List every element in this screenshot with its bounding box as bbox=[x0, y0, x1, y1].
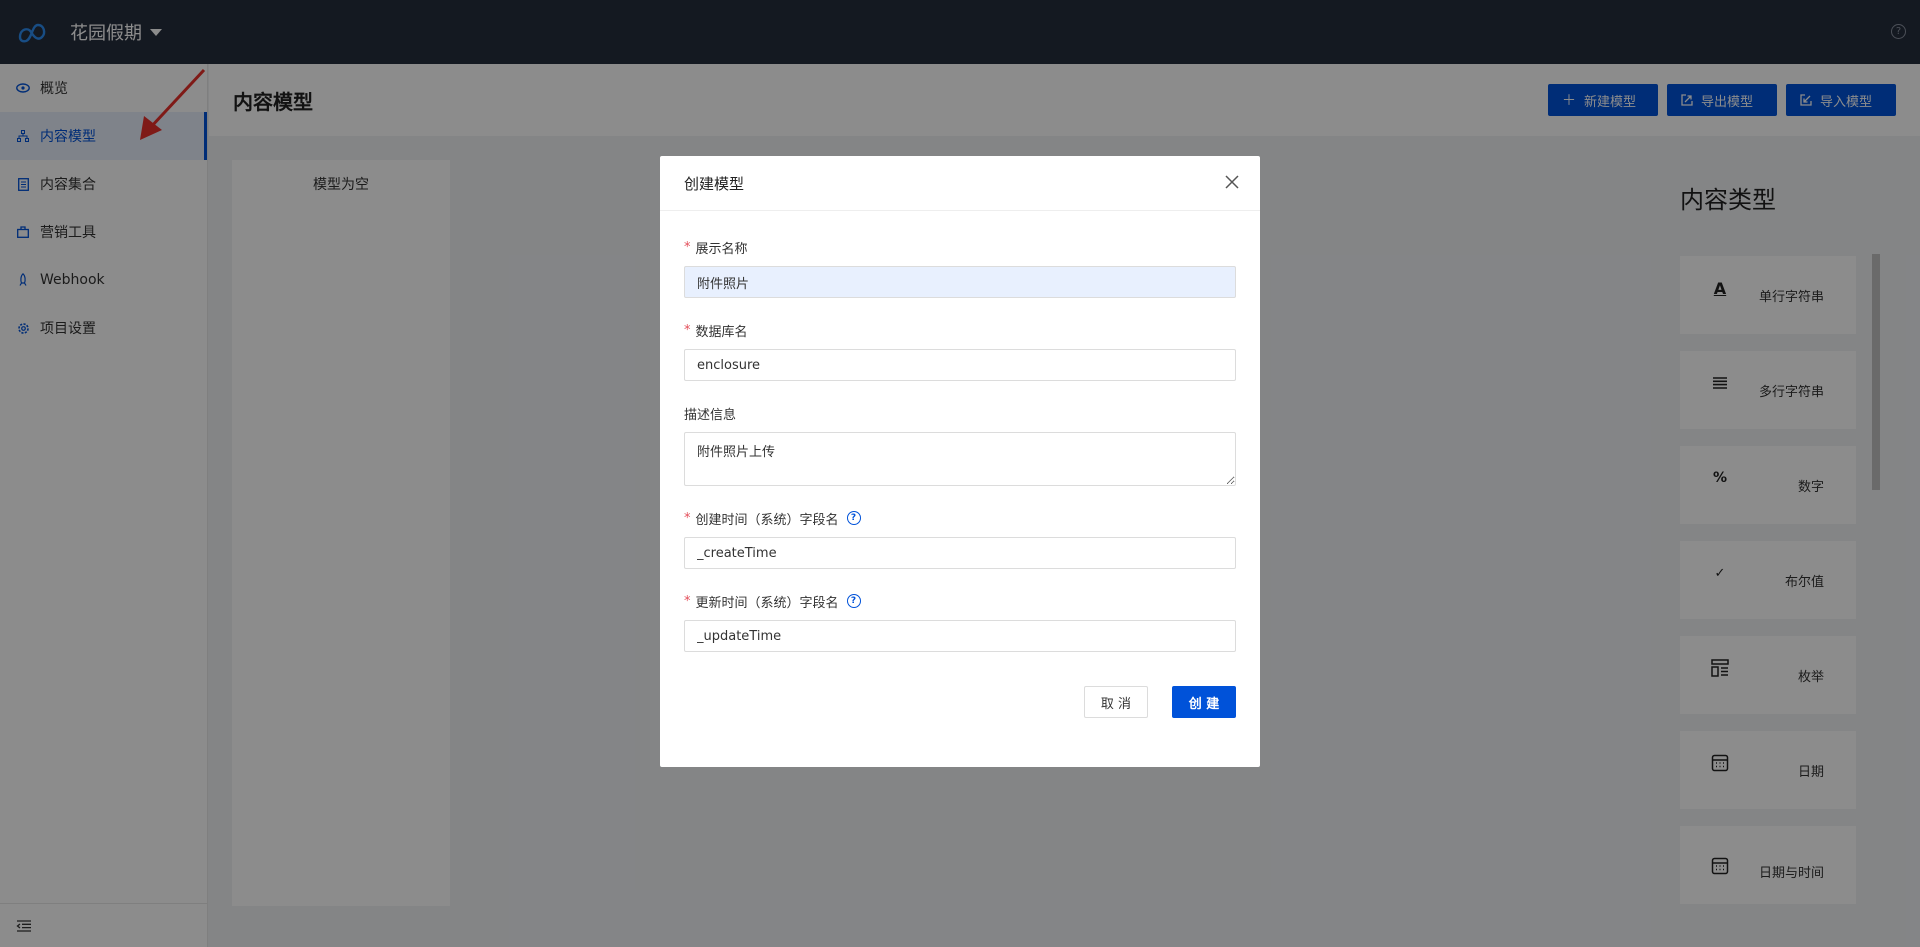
description-label-text: 描述信息 bbox=[684, 407, 737, 423]
db-name-input[interactable] bbox=[684, 349, 1236, 381]
update-time-label: * 更新时间（系统）字段名 ? bbox=[684, 591, 1236, 611]
create-button[interactable]: 创 建 bbox=[1172, 686, 1236, 718]
dialog-title: 创建模型 bbox=[660, 156, 1260, 211]
help-icon[interactable]: ? bbox=[846, 511, 861, 525]
create-time-label: * 创建时间（系统）字段名 ? bbox=[684, 508, 1236, 528]
display-name-label: * 展示名称 bbox=[684, 237, 1236, 257]
cancel-button[interactable]: 取 消 bbox=[1084, 686, 1148, 718]
db-name-label: * 数据库名 bbox=[684, 320, 1236, 340]
required-mark: * bbox=[684, 322, 691, 338]
display-name-label-text: 展示名称 bbox=[695, 241, 748, 257]
required-mark: * bbox=[684, 239, 691, 255]
create-time-label-text: 创建时间（系统）字段名 bbox=[695, 512, 839, 528]
close-icon[interactable] bbox=[1224, 174, 1240, 190]
required-mark: * bbox=[684, 593, 691, 609]
dialog-actions: 取 消 创 建 bbox=[1084, 686, 1236, 718]
help-icon[interactable]: ? bbox=[846, 594, 861, 608]
create-time-field-input[interactable] bbox=[684, 537, 1236, 569]
display-name-input[interactable] bbox=[684, 266, 1236, 298]
description-textarea[interactable]: 附件照片上传 bbox=[684, 432, 1236, 486]
db-name-label-text: 数据库名 bbox=[695, 324, 748, 340]
required-mark: * bbox=[684, 510, 691, 526]
update-time-field-input[interactable] bbox=[684, 620, 1236, 652]
create-model-form: * 展示名称 * 数据库名 描述信息 附件照片上传 * 创建时间（系统）字段名 … bbox=[660, 237, 1260, 652]
create-model-dialog: 创建模型 * 展示名称 * 数据库名 描述信息 附件照片上传 * 创建时间（系统… bbox=[660, 156, 1260, 767]
description-label: 描述信息 bbox=[684, 403, 1236, 423]
update-time-label-text: 更新时间（系统）字段名 bbox=[695, 595, 839, 611]
